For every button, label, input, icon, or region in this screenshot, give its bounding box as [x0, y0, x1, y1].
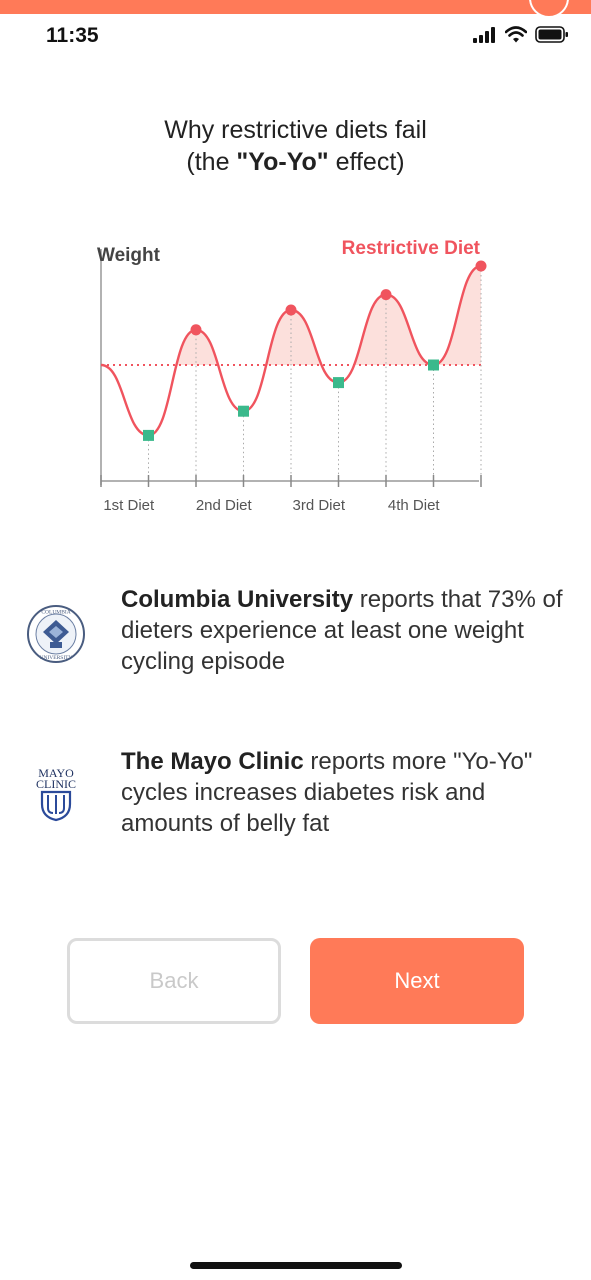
citation-columbia-source: Columbia University [121, 586, 354, 613]
chart-y-label: Weight [97, 245, 161, 266]
chart-trough-point [428, 359, 439, 371]
citation-mayo-source: The Mayo Clinic [121, 748, 304, 775]
wifi-icon [505, 26, 527, 43]
top-accent-bar [0, 0, 591, 18]
headline-prefix: (the [186, 148, 237, 176]
headline-emphasis: "Yo-Yo" [236, 148, 329, 176]
chart-peak-point [190, 324, 202, 336]
chart-legend-label: Restrictive Diet [342, 238, 481, 259]
chart-trough-point [238, 405, 249, 417]
citation-mayo-text: The Mayo Clinic reports more "Yo-Yo" cyc… [121, 746, 571, 839]
chart-x-label: 1st Diet [103, 497, 155, 514]
chart-x-label: 2nd Diet [196, 497, 253, 514]
chart-x-label: 4th Diet [388, 497, 441, 514]
chart-x-label: 3rd Diet [292, 497, 345, 514]
chart-peak-point [380, 289, 392, 301]
screen: 11:35 Why restrictive diets fail (the "Y… [0, 0, 591, 1280]
svg-text:COLUMBIA: COLUMBIA [41, 610, 70, 616]
chart-trough-point [333, 377, 344, 389]
chart-trough-point [143, 429, 154, 441]
signal-icon [473, 26, 495, 43]
headline-suffix: effect) [328, 148, 405, 176]
battery-icon [535, 26, 568, 43]
yo-yo-chart-svg: 1st Diet 2nd Diet 3rd Diet 4th Diet Weight Re… [97, 238, 487, 514]
svg-text:CLINIC: CLINIC [36, 777, 76, 791]
columbia-seal-icon: COLUMBIA UNIVERSITY [27, 605, 85, 663]
headline: Why restrictive diets fail (the "Yo-Yo" … [0, 114, 591, 178]
status-time: 11:35 [46, 24, 99, 47]
citation-columbia-text: Columbia University reports that 73% of … [121, 584, 571, 677]
mayo-clinic-logo-icon: MAYO CLINIC [36, 766, 76, 822]
home-indicator[interactable] [190, 1262, 402, 1269]
next-button[interactable]: Next [310, 938, 524, 1024]
headline-line-2: (the "Yo-Yo" effect) [0, 146, 591, 178]
chart-peak-point [475, 260, 487, 272]
svg-text:UNIVERSITY: UNIVERSITY [40, 655, 73, 661]
headline-line-1: Why restrictive diets fail [164, 116, 427, 144]
status-icons [473, 26, 569, 43]
yo-yo-chart: 1st Diet 2nd Diet 3rd Diet 4th Diet Weight Re… [80, 225, 500, 525]
back-button[interactable]: Back [67, 938, 281, 1024]
chart-peak-point [285, 304, 297, 316]
status-bar: 11:35 [0, 14, 591, 58]
